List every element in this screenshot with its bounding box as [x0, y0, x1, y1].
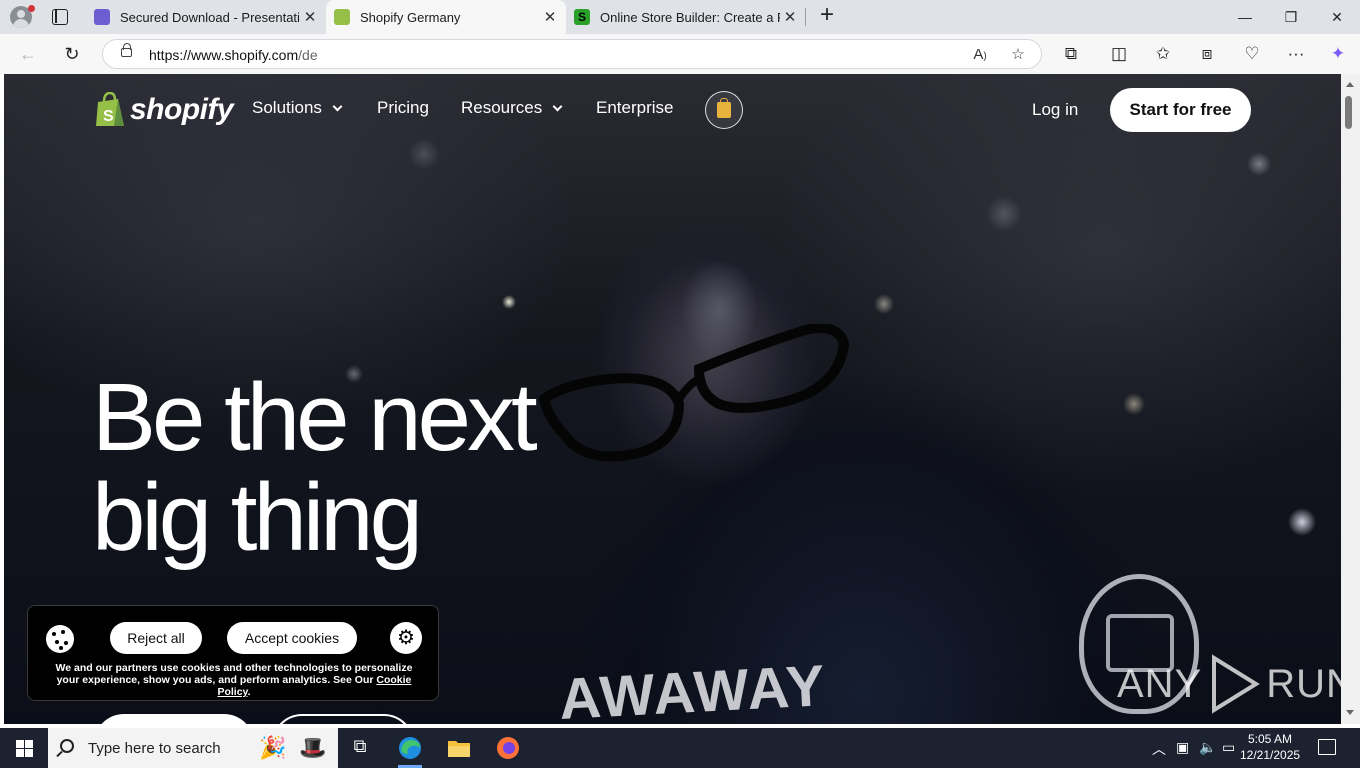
- shopify-favicon-icon: [334, 9, 350, 25]
- settings-more-icon[interactable]: ···: [1283, 42, 1309, 66]
- address-bar[interactable]: https://www.shopify.com/de A) ☆: [102, 39, 1042, 69]
- minimize-button[interactable]: —: [1222, 0, 1268, 34]
- nav-enterprise-label: Enterprise: [596, 98, 674, 117]
- task-view-icon[interactable]: ⧉: [338, 736, 382, 772]
- accept-cookies-button[interactable]: Accept cookies: [227, 622, 357, 654]
- tab-actions-icon[interactable]: [52, 9, 68, 25]
- nav-resources[interactable]: Resources: [461, 98, 563, 118]
- tab-favicon-icon: [94, 9, 110, 25]
- profile-notification-dot: [28, 5, 35, 12]
- cookie-notice-text: We and our partners use cookies and othe…: [55, 662, 413, 698]
- tab-shopify-germany[interactable]: Shopify Germany ✕: [326, 0, 566, 34]
- notification-center-icon[interactable]: [1318, 739, 1336, 755]
- split-screen-icon[interactable]: ◫: [1106, 42, 1132, 66]
- windows-start-icon[interactable]: [16, 740, 33, 757]
- tab-secured-download[interactable]: Secured Download - Presentation ✕: [86, 0, 326, 34]
- tab-online-store-builder[interactable]: S Online Store Builder: Create a Free ✕: [566, 0, 806, 34]
- nav-enterprise[interactable]: Enterprise: [596, 98, 673, 118]
- clock-time: 5:05 AM: [1247, 732, 1293, 746]
- close-window-button[interactable]: ✕: [1314, 0, 1360, 34]
- scroll-down-arrow-icon[interactable]: [1346, 710, 1354, 715]
- anyrun-watermark: ANY RUN: [1117, 654, 1341, 714]
- hero-primary-button[interactable]: [94, 714, 254, 724]
- close-tab-icon[interactable]: ✕: [540, 8, 560, 26]
- scroll-up-arrow-icon[interactable]: [1346, 82, 1354, 87]
- shopping-bag-icon: [717, 98, 731, 118]
- search-highlight-hat-icon: 🎩: [299, 735, 327, 760]
- taskbar-clock[interactable]: 5:05 AM 12/21/2025: [1240, 731, 1300, 763]
- logo-wordmark: shopify: [130, 93, 234, 126]
- nav-pricing-label: Pricing: [377, 98, 429, 117]
- address-toolbar: ← ↻ https://www.shopify.com/de A) ☆ ⧉ ◫ …: [0, 34, 1360, 74]
- hero-headline-line1: Be the next: [92, 364, 538, 471]
- tab-title: Online Store Builder: Create a Free: [600, 9, 780, 25]
- reload-icon[interactable]: ↻: [60, 42, 84, 66]
- hero-headline-line2: big thing: [92, 464, 423, 571]
- collections-icon[interactable]: ⧈: [1194, 42, 1220, 66]
- firefox-taskbar-icon[interactable]: [486, 732, 530, 768]
- tab-title: Secured Download - Presentation: [120, 9, 300, 25]
- url-text[interactable]: https://www.shopify.com/de: [149, 47, 318, 63]
- web-page: AWAWAY S shopify Solutions Pricing Resou…: [4, 74, 1341, 724]
- folder-icon: [448, 741, 470, 757]
- cookie-settings-gear-icon[interactable]: ⚙: [390, 622, 422, 654]
- login-link[interactable]: Log in: [1032, 100, 1078, 120]
- nav-solutions[interactable]: Solutions: [252, 98, 343, 118]
- show-hidden-icons-chevron-icon[interactable]: ︿: [1152, 739, 1166, 759]
- clock-date: 12/21/2025: [1240, 748, 1301, 762]
- chevron-down-icon: [332, 101, 343, 112]
- shop-app-button[interactable]: [705, 91, 743, 129]
- close-tab-icon[interactable]: ✕: [300, 8, 320, 26]
- edge-taskbar-icon[interactable]: [388, 732, 432, 768]
- browser-tab-bar: Secured Download - Presentation ✕ Shopif…: [0, 0, 1360, 34]
- page-scrollbar[interactable]: [1341, 74, 1360, 724]
- start-for-free-button[interactable]: Start for free: [1110, 88, 1251, 132]
- copilot-icon[interactable]: ✦: [1325, 42, 1351, 66]
- tab-separator: [805, 8, 806, 26]
- reject-all-button[interactable]: Reject all: [110, 622, 202, 654]
- extensions-icon[interactable]: ⧉: [1058, 42, 1084, 66]
- favorite-star-icon[interactable]: ☆: [1007, 44, 1029, 66]
- search-icon: [60, 739, 74, 753]
- svg-text:S: S: [103, 108, 114, 125]
- shopify-bag-icon: S: [96, 92, 124, 126]
- volume-icon[interactable]: 🔈: [1199, 739, 1216, 756]
- windows-taskbar: Type here to search 🎉 🎩 ⧉ ︿ ▣ 🔈 ▭ 5:05 A…: [0, 728, 1360, 768]
- taskbar-search-box[interactable]: Type here to search 🎉 🎩: [48, 728, 338, 768]
- edge-icon: [399, 737, 421, 759]
- hero-headline: Be the next big thing: [92, 368, 652, 568]
- file-explorer-taskbar-icon[interactable]: [437, 732, 481, 768]
- tab-title: Shopify Germany: [360, 9, 461, 25]
- maximize-button[interactable]: ❐: [1268, 0, 1314, 34]
- play-triangle-icon: [1212, 654, 1261, 714]
- close-tab-icon[interactable]: ✕: [780, 8, 800, 26]
- scrollbar-thumb[interactable]: [1345, 96, 1352, 129]
- firefox-icon: [497, 737, 519, 759]
- nav-resources-label: Resources: [461, 98, 543, 117]
- read-aloud-icon[interactable]: A): [969, 44, 991, 66]
- new-tab-button[interactable]: +: [816, 3, 838, 28]
- favorites-icon[interactable]: ✩: [1150, 42, 1176, 66]
- nav-pricing[interactable]: Pricing: [377, 98, 429, 118]
- chevron-down-icon: [552, 101, 563, 112]
- back-arrow-icon[interactable]: ←: [16, 42, 40, 66]
- search-placeholder: Type here to search: [88, 740, 221, 757]
- hero-secondary-button[interactable]: [272, 714, 414, 724]
- cookie-banner: Reject all Accept cookies ⚙ We and our p…: [27, 605, 439, 701]
- search-highlight-icon: 🎉: [259, 735, 287, 760]
- lock-icon[interactable]: [121, 43, 132, 57]
- meet-now-icon[interactable]: ▣: [1176, 739, 1189, 756]
- nav-solutions-label: Solutions: [252, 98, 322, 117]
- tab-favicon-icon: S: [574, 9, 590, 25]
- network-icon[interactable]: ▭: [1222, 739, 1235, 756]
- shopify-logo[interactable]: S shopify: [94, 91, 234, 129]
- browser-essentials-icon[interactable]: ♡: [1239, 42, 1265, 66]
- cookie-icon: [46, 625, 74, 653]
